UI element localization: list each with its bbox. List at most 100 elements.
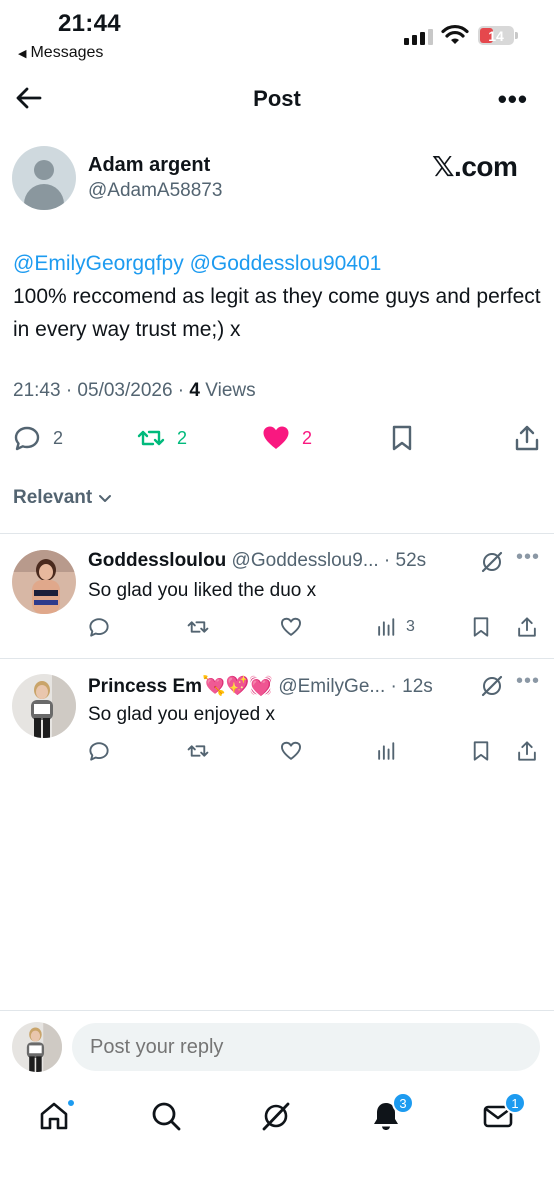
reply-composer	[0, 1018, 554, 1078]
wifi-icon	[441, 24, 469, 44]
more-options-icon[interactable]: •••	[498, 84, 528, 115]
bottom-tab-bar: 3 1	[0, 1090, 554, 1150]
share-button[interactable]	[516, 740, 538, 762]
reply-more-icon[interactable]: •••	[516, 546, 540, 569]
reply-text: So glad you enjoyed x	[88, 704, 275, 725]
reply-author-handle[interactable]: @Goddesslou9... · 52s	[226, 550, 427, 571]
author-handle[interactable]: @AdamA58873	[88, 180, 222, 202]
reply-button[interactable]: 2	[13, 424, 63, 452]
views-label: Views	[200, 380, 256, 401]
repost-button[interactable]: 2	[137, 424, 187, 452]
top-nav: Post •••	[0, 74, 554, 124]
grok-icon[interactable]	[480, 550, 504, 574]
reply-button[interactable]	[88, 616, 110, 638]
like-button[interactable]	[280, 616, 302, 638]
repost-button[interactable]	[187, 616, 209, 638]
user-avatar[interactable]	[12, 1022, 62, 1072]
reply-header: Princess Em💘💖💓 @EmilyGe... · 12s	[88, 674, 498, 698]
battery-icon: 14	[478, 26, 518, 45]
post-timestamp: 21:43 · 05/03/2026 ·	[13, 380, 190, 401]
reply-author-name[interactable]: Goddessloulou	[88, 550, 226, 571]
reply-input[interactable]	[72, 1023, 540, 1071]
heart-icon	[281, 617, 301, 636]
notifications-badge: 3	[392, 1092, 414, 1114]
clock: 21:44	[58, 10, 121, 37]
cellular-signal-icon	[404, 29, 433, 45]
share-button[interactable]	[516, 616, 538, 638]
reply-author-name[interactable]: Princess Em💘💖💓	[88, 676, 273, 697]
reply-avatar[interactable]	[12, 674, 76, 738]
battery-level: 14	[488, 27, 504, 44]
search-icon	[152, 1102, 181, 1131]
reply-item[interactable]: Princess Em💘💖💓 @EmilyGe... · 12s ••• So …	[0, 658, 554, 782]
reply-header: Goddessloulou @Goddesslou9... · 52s	[88, 550, 498, 572]
post-body: @EmilyGeorgqfpy @Goddesslou90401 100% re…	[13, 247, 543, 346]
sort-label: Relevant	[13, 487, 93, 508]
like-count: 2	[302, 427, 313, 448]
reply-item[interactable]: Goddessloulou @Goddesslou9... · 52s ••• …	[0, 534, 554, 658]
back-triangle-icon: ◀	[18, 47, 27, 60]
share-icon	[518, 741, 536, 761]
like-button[interactable]	[280, 740, 302, 762]
home-icon	[40, 1102, 68, 1130]
views-icon	[378, 742, 395, 760]
status-bar: 21:44 ◀ Messages 14	[0, 0, 554, 72]
post-text: 100% reccomend as legit as they come guy…	[13, 285, 541, 341]
mention-link[interactable]: @EmilyGeorgqfpy	[13, 252, 184, 275]
home-notification-dot	[66, 1098, 76, 1108]
repost-count: 2	[177, 427, 188, 448]
views-count: 4	[189, 380, 200, 401]
divider	[0, 1010, 554, 1011]
post-meta: 21:43 · 05/03/2026 · 4 Views	[13, 380, 256, 402]
tab-notifications[interactable]: 3	[370, 1092, 414, 1136]
reply-actions	[0, 740, 554, 766]
reply-count: 2	[53, 427, 64, 448]
like-button[interactable]: 2	[262, 424, 312, 452]
reply-more-icon[interactable]: •••	[516, 670, 540, 693]
post-actions: 2 2 2	[0, 424, 554, 458]
heart-icon	[281, 741, 301, 760]
reply-author-handle[interactable]: @EmilyGe... · 12s	[273, 676, 432, 697]
reply-button[interactable]	[88, 740, 110, 762]
bookmark-button[interactable]	[470, 616, 492, 638]
grok-icon[interactable]	[480, 674, 504, 698]
tab-messages[interactable]: 1	[482, 1092, 526, 1136]
bookmark-button[interactable]	[388, 424, 416, 452]
bookmark-button[interactable]	[470, 740, 492, 762]
share-icon	[518, 617, 536, 637]
sort-dropdown[interactable]: Relevant	[13, 487, 112, 509]
share-icon	[515, 425, 539, 451]
repost-button[interactable]	[187, 740, 209, 762]
tab-grok[interactable]	[260, 1100, 296, 1136]
reply-icon	[14, 426, 40, 451]
repost-icon	[187, 621, 209, 633]
back-to-messages[interactable]: ◀ Messages	[18, 44, 103, 62]
x-logo-text: 𝕏.com	[432, 151, 518, 182]
views-button[interactable]: 3	[376, 616, 415, 638]
views-button[interactable]	[376, 740, 406, 762]
repost-icon	[137, 430, 165, 446]
bookmark-icon	[392, 425, 412, 451]
reply-avatar[interactable]	[12, 550, 76, 614]
views-icon	[378, 618, 395, 636]
tab-home[interactable]	[38, 1098, 76, 1136]
grok-icon	[262, 1102, 290, 1131]
reply-actions: 3	[0, 616, 554, 642]
bookmark-icon	[473, 741, 489, 761]
author-name[interactable]: Adam argent	[88, 154, 210, 177]
reply-icon	[89, 618, 109, 637]
reply-icon	[89, 742, 109, 761]
messages-badge: 1	[504, 1092, 526, 1114]
reply-views-count: 3	[406, 618, 415, 635]
author-avatar[interactable]	[12, 146, 76, 210]
back-app-label: Messages	[30, 44, 104, 61]
tab-search[interactable]	[150, 1100, 186, 1136]
mention-link[interactable]: @Goddesslou90401	[190, 252, 382, 275]
heart-filled-icon	[263, 426, 289, 449]
chevron-down-icon	[99, 495, 112, 502]
bookmark-icon	[473, 617, 489, 637]
page-title: Post	[253, 86, 301, 111]
reply-text: So glad you liked the duo x	[88, 580, 317, 601]
share-button[interactable]	[513, 424, 541, 452]
repost-icon	[187, 745, 209, 757]
